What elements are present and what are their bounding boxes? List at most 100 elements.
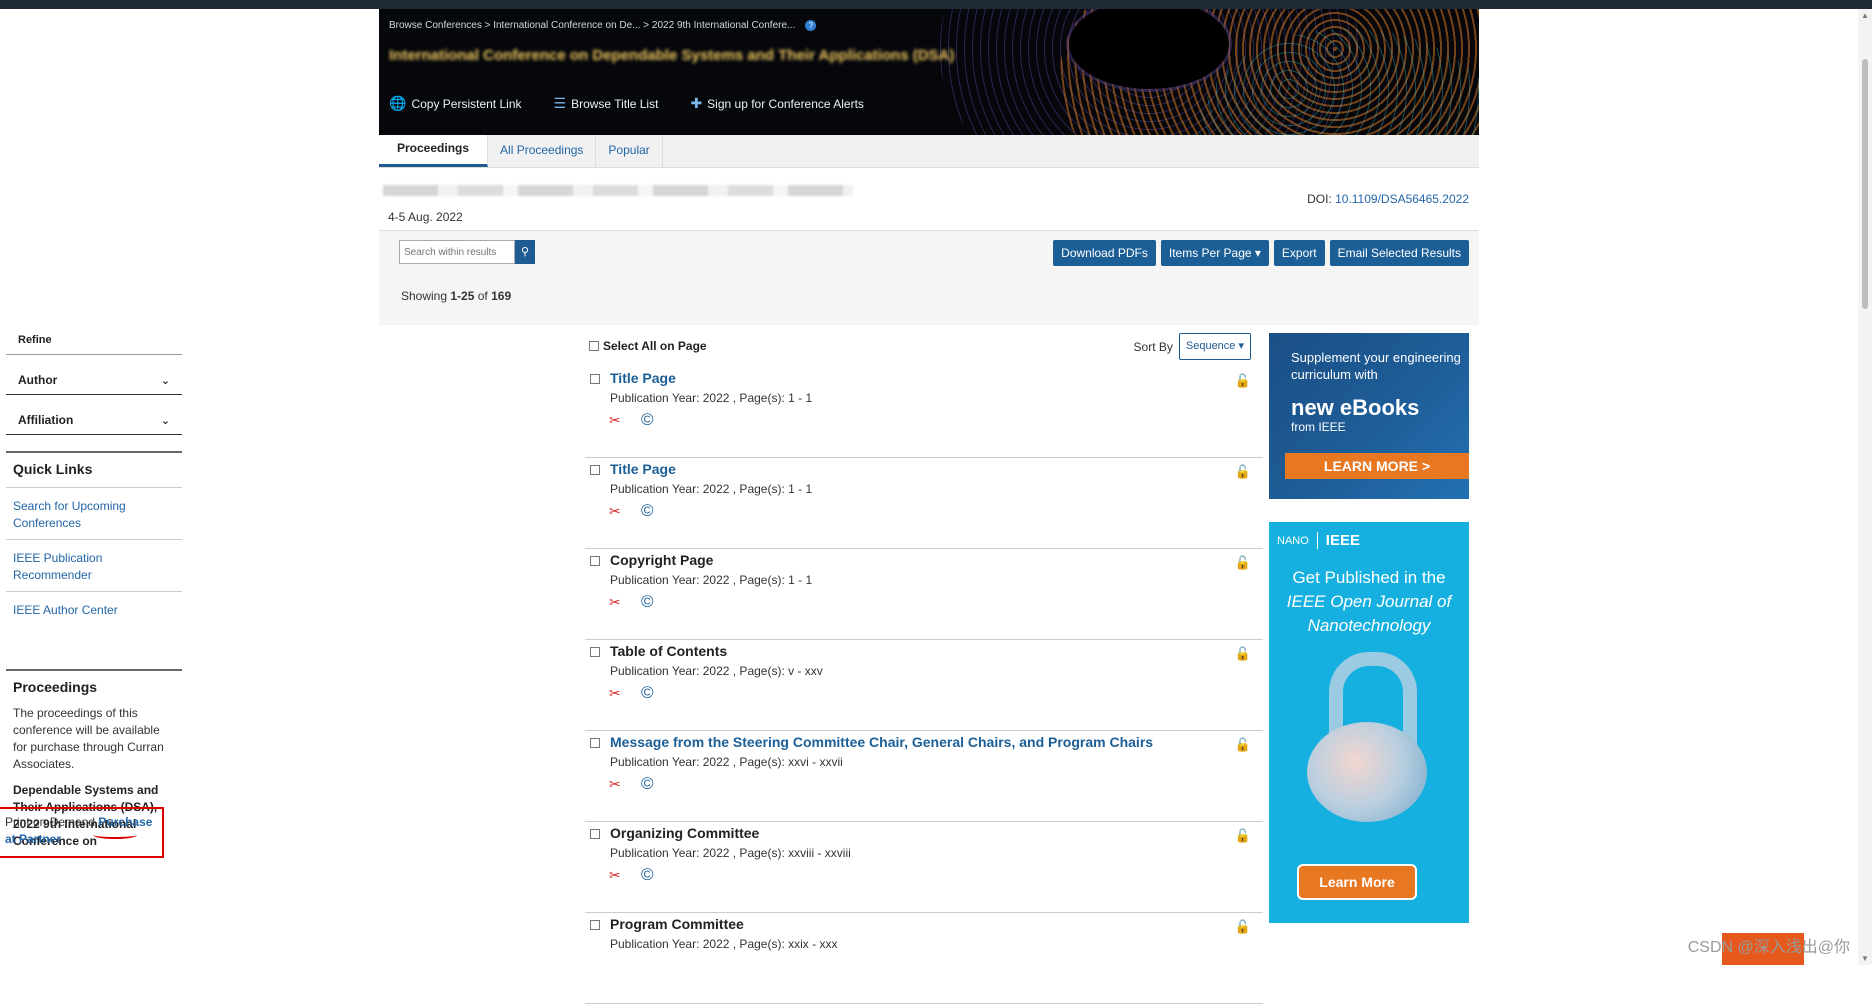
copyright-icon[interactable]: © <box>641 774 654 794</box>
download-pdfs-button[interactable]: Download PDFs <box>1053 240 1156 266</box>
nano-logo: NANO <box>1277 534 1309 547</box>
export-button[interactable]: Export <box>1273 240 1325 266</box>
tab-popular[interactable]: Popular <box>596 135 663 167</box>
result-items: Title Page Publication Year: 2022 , Page… <box>585 367 1263 1004</box>
top-bar <box>0 0 1872 9</box>
result-meta: Publication Year: 2022 , Page(s): v - xx… <box>610 664 823 678</box>
action-label: Copy Persistent Link <box>411 96 522 111</box>
conference-banner: Browse Conferences > International Confe… <box>379 9 1479 135</box>
breadcrumb-text[interactable]: Browse Conferences > International Confe… <box>389 20 795 31</box>
open-access-lock-icon: 🔓 <box>1234 919 1251 934</box>
checkbox[interactable] <box>590 829 600 839</box>
proceedings-title: Proceedings <box>13 679 98 695</box>
quick-link-publication-recommender[interactable]: IEEE Publication Recommender <box>6 539 182 591</box>
pdf-icon[interactable]: ✂ <box>609 867 621 884</box>
vertical-scrollbar[interactable]: ▲ ▼ <box>1858 9 1872 965</box>
doi-link[interactable]: 10.1109/DSA56465.2022 <box>1335 192 1469 206</box>
checkbox[interactable] <box>589 341 599 351</box>
doi: DOI: 10.1109/DSA56465.2022 <box>1307 192 1469 206</box>
open-access-lock-icon: 🔓 <box>1234 646 1251 661</box>
lock-body <box>1307 722 1427 822</box>
quick-links-title: Quick Links <box>13 461 93 477</box>
checkbox[interactable] <box>590 374 600 384</box>
search-input[interactable] <box>399 240 515 264</box>
result-meta: Publication Year: 2022 , Page(s): 1 - 1 <box>610 391 813 405</box>
select-all-label: Select All on Page <box>603 339 707 353</box>
pdf-icon[interactable]: ✂ <box>609 503 621 520</box>
print-on-demand-highlight: Print on Demand Purchase at Partner <box>0 807 164 858</box>
nanotechnology-journal-ad[interactable]: NANO IEEE Get Published in the IEEE Open… <box>1269 522 1469 923</box>
ad-text: Get Published in the <box>1292 568 1446 587</box>
open-access-lock-icon: 🔓 <box>1234 555 1251 570</box>
breadcrumb[interactable]: Browse Conferences > International Confe… <box>389 20 817 31</box>
quick-link-author-center[interactable]: IEEE Author Center <box>6 591 182 626</box>
conference-title: International Conference on Dependable S… <box>389 47 955 64</box>
sort-select[interactable]: Sequence ▾ <box>1178 333 1251 360</box>
copy-persistent-link-button[interactable]: 🌐 Copy Persistent Link <box>389 95 522 112</box>
result-item: Organizing Committee Publication Year: 2… <box>585 822 1263 913</box>
result-title[interactable]: Title Page <box>610 370 676 386</box>
ieee-wordmark: IEEE <box>1316 532 1360 549</box>
showing-total: 169 <box>491 289 512 303</box>
chevron-down-icon: ⌄ <box>160 414 170 427</box>
copyright-icon[interactable]: © <box>641 683 654 703</box>
ebooks-ad[interactable]: Supplement your engineering curriculum w… <box>1269 333 1469 499</box>
copyright-icon[interactable]: © <box>641 410 654 430</box>
pdf-icon[interactable]: ✂ <box>609 776 621 793</box>
open-access-lock-icon: 🔓 <box>1234 737 1251 752</box>
learn-more-button[interactable]: Learn More <box>1297 864 1417 900</box>
facet-author[interactable]: Author ⌄ <box>6 355 182 395</box>
result-item: Message from the Steering Committee Chai… <box>585 731 1263 822</box>
result-item: Table of Contents Publication Year: 2022… <box>585 640 1263 731</box>
facet-affiliation[interactable]: Affiliation ⌄ <box>6 395 182 435</box>
pdf-icon[interactable]: ✂ <box>609 594 621 611</box>
redacted-conference-name <box>383 185 853 196</box>
browse-title-list-button[interactable]: ☰ Browse Title List <box>554 95 659 112</box>
checkbox[interactable] <box>590 647 600 657</box>
checkbox[interactable] <box>590 465 600 475</box>
copyright-icon[interactable]: © <box>641 501 654 521</box>
result-title[interactable]: Message from the Steering Committee Chai… <box>610 734 1153 750</box>
left-sidebar: Refine Author ⌄ Affiliation ⌄ Quick Link… <box>0 322 182 858</box>
result-meta: Publication Year: 2022 , Page(s): 1 - 1 <box>610 573 813 587</box>
pdf-icon[interactable]: ✂ <box>609 685 621 702</box>
tab-all-proceedings[interactable]: All Proceedings <box>488 135 597 167</box>
checkbox[interactable] <box>590 556 600 566</box>
proceedings-text: The proceedings of this conference will … <box>13 706 164 771</box>
plus-icon: ✚ <box>690 95 703 111</box>
conference-info: 4-5 Aug. 2022 DOI: 10.1109/DSA56465.2022 <box>379 168 1479 231</box>
result-title: Organizing Committee <box>610 825 760 841</box>
conference-alerts-button[interactable]: ✚ Sign up for Conference Alerts <box>690 95 864 112</box>
result-title[interactable]: Title Page <box>610 461 676 477</box>
help-icon[interactable]: ? <box>805 20 817 31</box>
checkbox[interactable] <box>590 738 600 748</box>
ieee-logo: NANO IEEE <box>1277 532 1360 549</box>
search-within-results: ⚲ <box>399 240 535 264</box>
tab-bar: Proceedings All Proceedings Popular <box>379 134 1479 168</box>
email-selected-results-button[interactable]: Email Selected Results <box>1329 240 1469 266</box>
items-per-page-dropdown[interactable]: Items Per Page ▾ <box>1160 240 1269 266</box>
sort-by: Sort By Sequence ▾ <box>1134 333 1251 360</box>
search-icon[interactable]: ⚲ <box>515 240 535 264</box>
scrollbar-thumb[interactable] <box>1862 59 1868 309</box>
facet-label: Author <box>18 373 58 387</box>
showing-of: of <box>477 289 488 303</box>
page-container: Browse Conferences > International Confe… <box>379 9 1479 325</box>
result-title: Table of Contents <box>610 643 728 659</box>
open-access-lock-icon: 🔓 <box>1234 464 1251 479</box>
banner-actions: 🌐 Copy Persistent Link ☰ Browse Title Li… <box>389 95 864 112</box>
action-label: Sign up for Conference Alerts <box>707 96 864 111</box>
quick-link-upcoming-conferences[interactable]: Search for Upcoming Conferences <box>6 487 182 539</box>
scroll-down-icon[interactable]: ▼ <box>1861 954 1869 963</box>
copyright-icon[interactable]: © <box>641 592 654 612</box>
copyright-icon[interactable]: © <box>641 865 654 885</box>
result-meta: Publication Year: 2022 , Page(s): xxviii… <box>610 846 851 860</box>
tab-proceedings[interactable]: Proceedings <box>379 134 489 167</box>
learn-more-button[interactable]: LEARN MORE > <box>1285 453 1469 479</box>
scroll-up-icon[interactable]: ▲ <box>1861 11 1869 20</box>
pdf-icon[interactable]: ✂ <box>609 412 621 429</box>
action-buttons: Download PDFs Items Per Page ▾ Export Em… <box>1053 240 1469 266</box>
showing-range: 1-25 <box>450 289 475 303</box>
select-all-on-page[interactable]: Select All on Page <box>589 339 707 353</box>
checkbox[interactable] <box>590 920 600 930</box>
